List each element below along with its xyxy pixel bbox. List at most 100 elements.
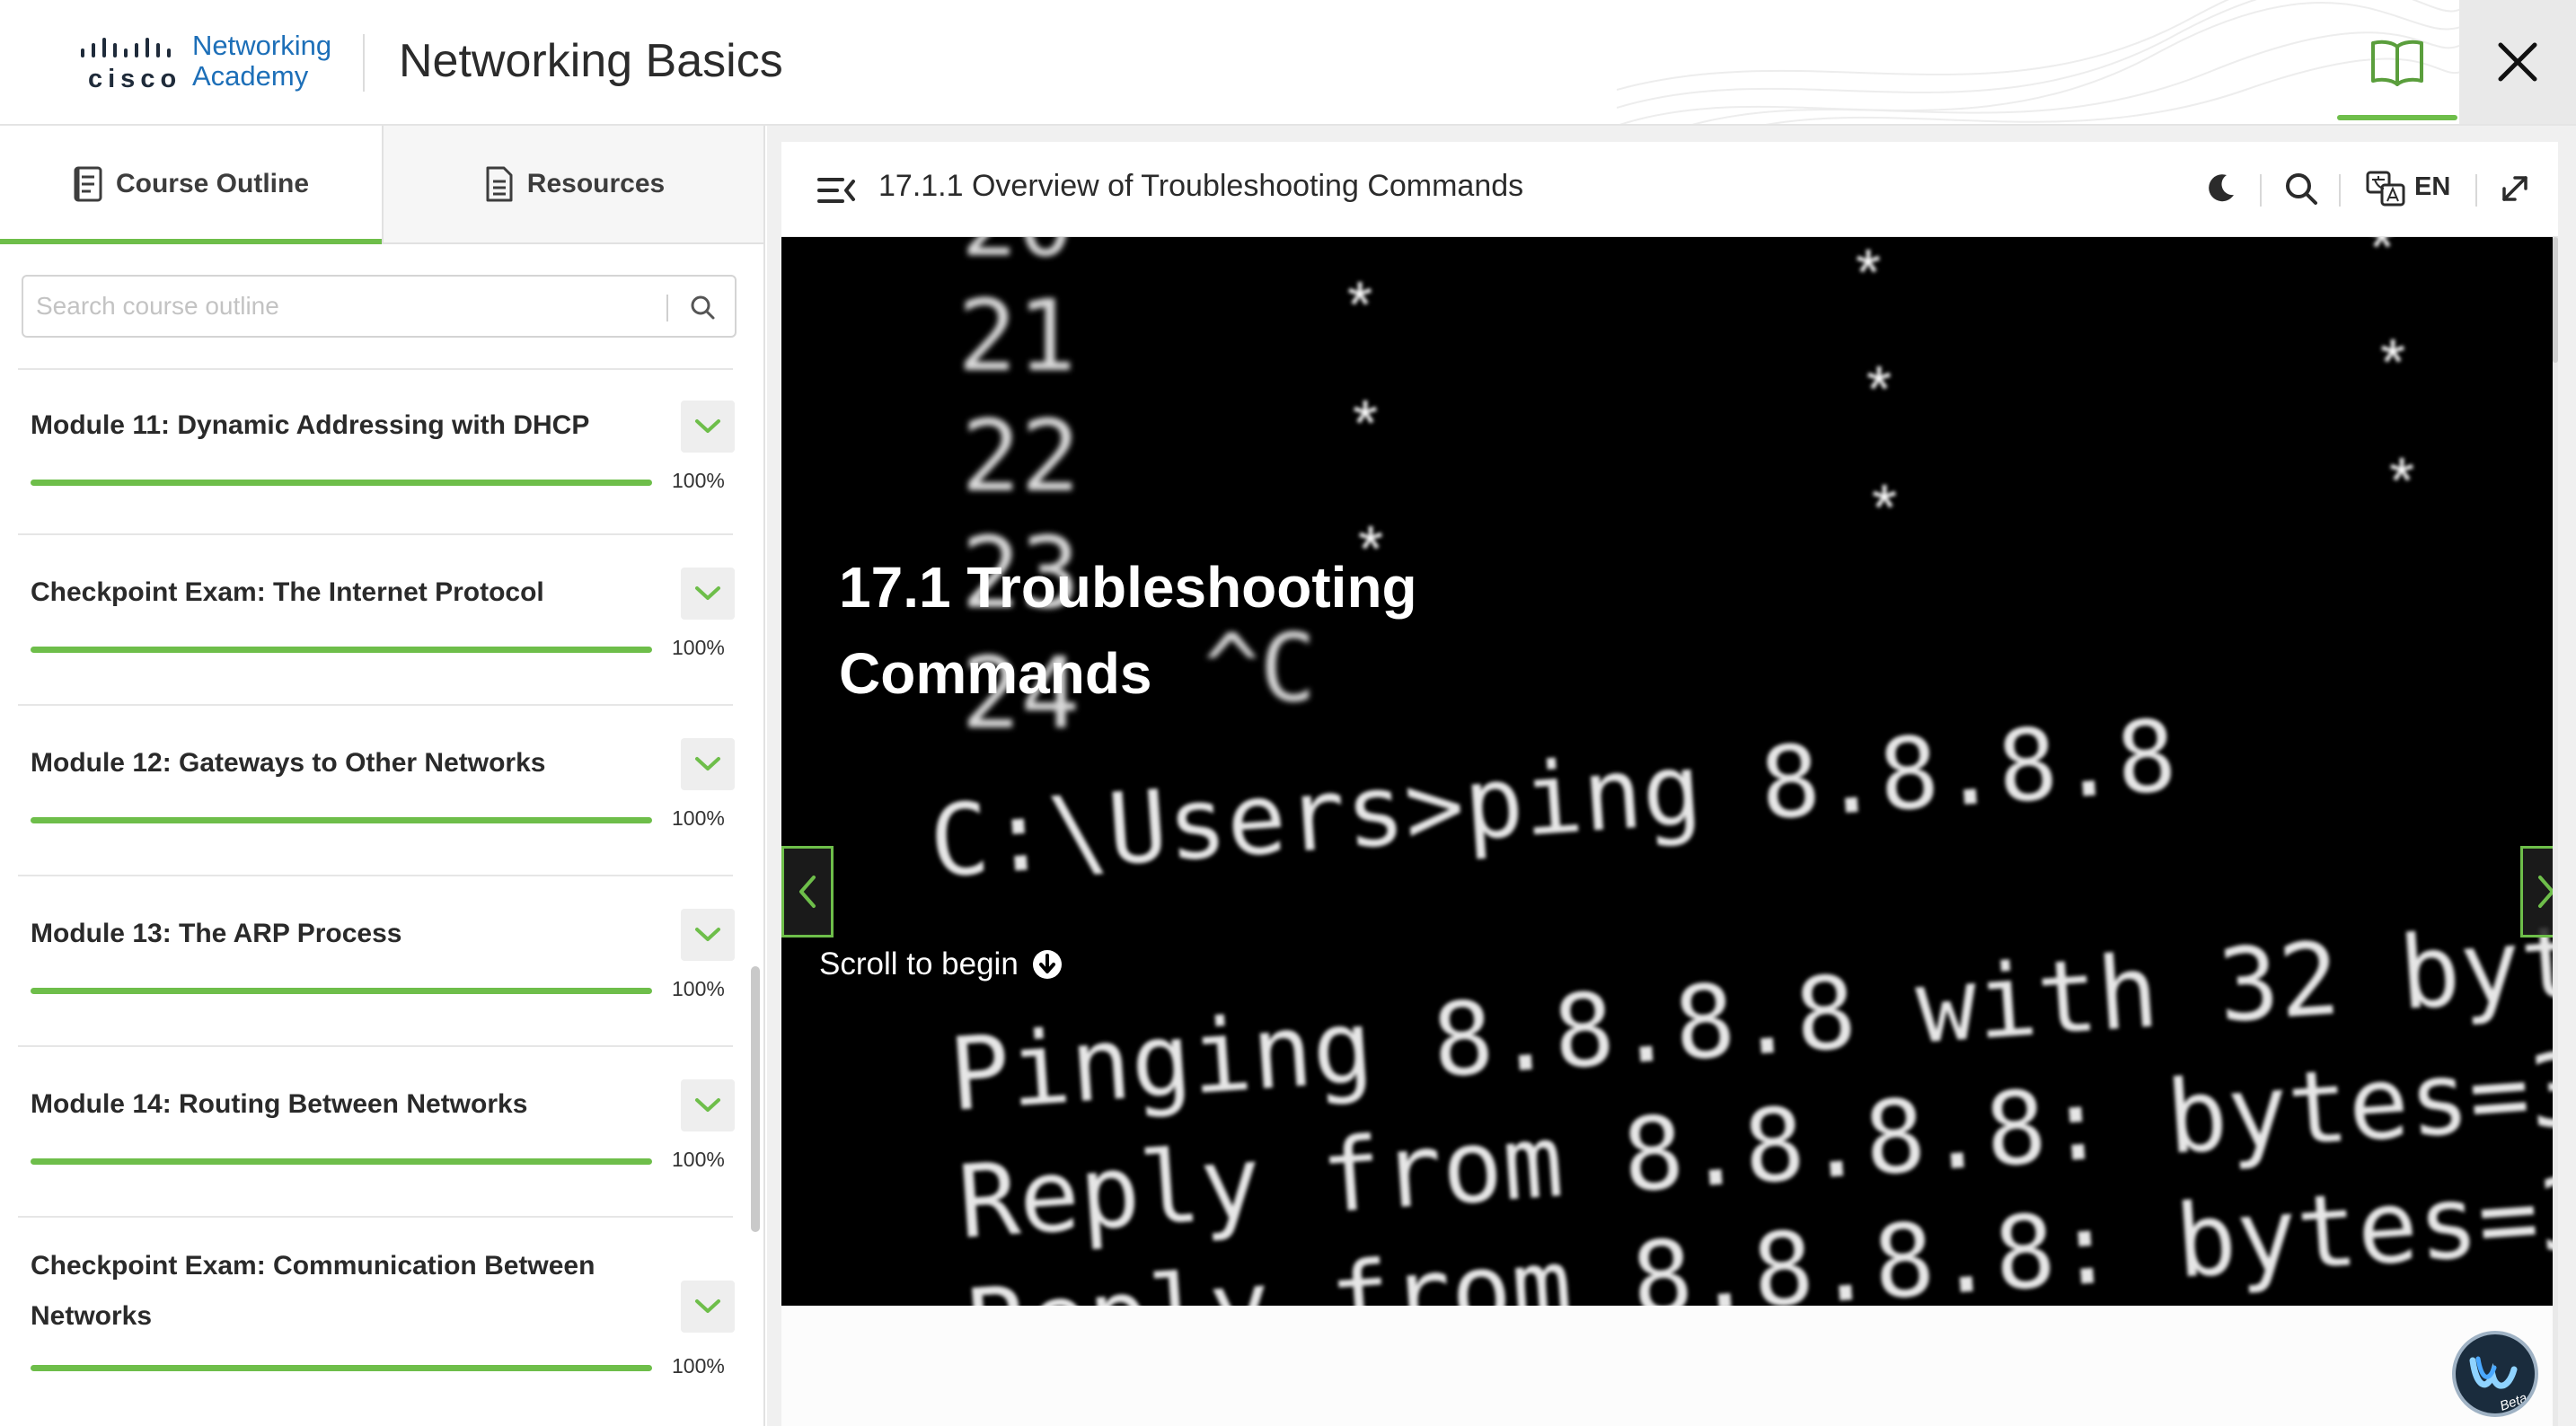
content-panel: 17.1.1 Overview of Troubleshooting Comma… [781,142,2558,1426]
header-divider [363,34,365,92]
module-expand-button[interactable] [681,568,735,620]
outline-search-button[interactable] [684,289,720,325]
search-separator [666,295,668,321]
tab-resources[interactable]: Resources [382,126,763,242]
content-toolbar: 17.1.1 Overview of Troubleshooting Comma… [781,142,2558,237]
toolbar-separator [2475,174,2477,207]
module-progress-percent: 100% [672,1354,725,1378]
module-item[interactable]: Module 13: The ARP Process 100% [18,876,735,1047]
collapse-menu-icon[interactable] [817,174,857,207]
content-search-button[interactable] [2280,167,2323,210]
outline-doc-icon [74,166,102,202]
module-title: Module 11: Dynamic Addressing with DHCP [31,410,590,440]
module-list: Module 11: Dynamic Addressing with DHCP … [18,368,735,1426]
search-icon [691,295,715,320]
terminal-line-number: 20 [961,237,1073,277]
page-title: 17.1.1 Overview of Troubleshooting Comma… [878,169,1524,203]
sidebar-tabs: Course Outline Resources [0,126,763,244]
tab-resources-label: Resources [526,169,666,198]
hero-banner: 20 21 22 23 24 ^C C:\Users>ping 8.8.8.8 … [781,237,2553,1306]
svg-text:*: * [1872,472,1897,544]
course-sidebar: Course Outline Resources Module 11: Dyna… [0,126,765,1426]
module-item[interactable]: Module 11: Dynamic Addressing with DHCP … [18,368,735,535]
next-page-button[interactable] [2520,846,2553,937]
document-icon [486,166,513,202]
terminal-asterisks: * * * * * * * * * [1347,237,2414,585]
module-progress-bar [31,1365,652,1371]
chevron-down-icon [695,928,720,941]
module-progress-percent: 100% [672,806,725,830]
cisco-wordmark: cisco [88,65,182,93]
module-expand-button[interactable] [681,1079,735,1131]
module-title: Checkpoint Exam: Communication Between N… [31,1251,595,1331]
arrow-down-circle-icon [1032,950,1062,979]
module-item[interactable]: Module 14: Routing Between Networks 100% [18,1047,735,1218]
svg-text:*: * [2389,445,2414,517]
module-progress-percent: 100% [672,469,725,492]
svg-text:*: * [1866,354,1892,426]
assistant-logo-icon [2469,1356,2518,1389]
close-icon [2498,42,2537,82]
module-item[interactable]: Checkpoint Exam: The Internet Protocol 1… [18,535,735,706]
book-open-icon [2371,40,2423,86]
svg-text:*: * [2369,237,2395,284]
logo-line-academy: Academy [192,60,309,92]
scroll-hint[interactable]: Scroll to begin [819,946,1063,982]
module-expand-button[interactable] [681,401,735,453]
close-button[interactable] [2459,0,2576,124]
book-active-indicator [2337,115,2457,120]
search-icon [2286,173,2317,205]
terminal-line-number: 21 [957,278,1076,393]
svg-text:*: * [1856,237,1881,309]
tab-course-outline-label: Course Outline [115,169,310,198]
chevron-down-icon [695,757,720,770]
sidebar-scrollbar[interactable] [751,966,760,1232]
outline-search-input[interactable] [36,286,665,327]
translate-icon [2366,171,2405,207]
content-scrollbar[interactable] [2553,237,2558,1426]
section-title: 17.1 Troubleshooting Commands [839,555,1417,706]
toolbar-separator [2339,174,2341,207]
chevron-down-icon [695,1299,720,1313]
svg-text:*: * [1347,269,1372,341]
svg-text:*: * [1353,388,1378,460]
terminal-line-number: 22 [961,399,1080,514]
module-expand-button[interactable] [681,909,735,961]
fullscreen-button[interactable] [2493,167,2536,210]
module-title: Module 14: Routing Between Networks [31,1089,528,1119]
chevron-down-icon [695,419,720,433]
module-progress-bar [31,647,652,653]
chevron-down-icon [695,586,720,600]
logo-line-networking: Networking [192,30,332,61]
chevron-down-icon [695,1098,720,1112]
module-progress-percent: 100% [672,636,725,659]
cisco-bars-logo-icon [81,38,171,57]
chevron-left-icon [799,876,816,908]
module-item[interactable]: Module 12: Gateways to Other Networks 10… [18,706,735,876]
language-selector[interactable]: EN [2414,172,2450,202]
svg-text:*: * [2380,327,2405,399]
networking-academy-wordmark: Networking Academy [192,31,331,92]
module-progress-percent: 100% [672,1148,725,1171]
module-expand-button[interactable] [681,738,735,790]
module-progress-bar [31,817,652,823]
dark-mode-button[interactable] [2199,167,2242,210]
module-progress-bar [31,1158,652,1165]
translate-button[interactable] [2364,167,2407,210]
terminal-prompt: C:\Users>ping 8.8.8.8 [926,698,2180,900]
terminal-background-image: 20 21 22 23 24 ^C C:\Users>ping 8.8.8.8 … [926,237,2553,1306]
app-header: cisco Networking Academy Networking Basi… [0,0,2576,126]
module-title: Module 12: Gateways to Other Networks [31,748,546,778]
module-item[interactable]: Checkpoint Exam: Communication Between N… [18,1218,735,1426]
module-progress-percent: 100% [672,977,725,1000]
cisco-networking-academy-logo[interactable]: cisco Networking Academy [79,31,348,95]
course-book-button[interactable] [2337,0,2457,124]
module-progress-bar [31,480,652,486]
module-expand-button[interactable] [681,1281,735,1333]
previous-page-button[interactable] [781,846,834,937]
assistant-launcher-button[interactable]: Beta [2452,1331,2538,1417]
header-background-pattern [1617,0,2461,124]
tab-course-outline[interactable]: Course Outline [0,126,382,244]
content-scrollbar-thumb[interactable] [2553,237,2558,363]
chevron-right-icon [2538,876,2553,908]
